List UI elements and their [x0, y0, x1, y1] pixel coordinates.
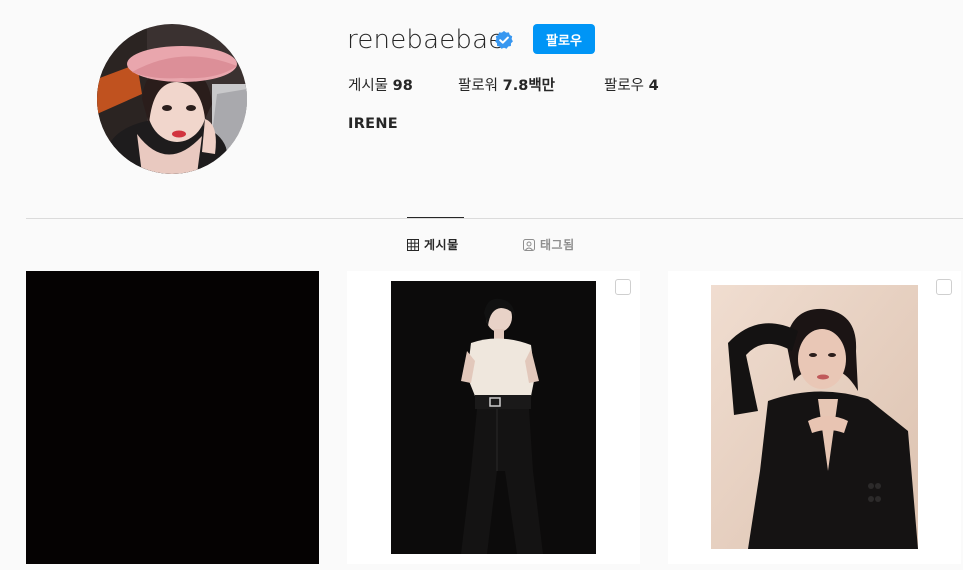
- grid-icon: [407, 238, 419, 251]
- multi-post-icon: [615, 279, 631, 295]
- stat-value: 4: [648, 78, 659, 94]
- profile-username: renebaebae: [347, 25, 505, 55]
- post-image: [711, 285, 918, 549]
- post-thumbnail[interactable]: [668, 271, 961, 564]
- tab-tagged[interactable]: 태그됨: [523, 236, 575, 253]
- verified-badge-icon: [495, 31, 513, 49]
- stat-value: 7.8백만: [502, 78, 556, 94]
- profile-full-name: IRENE: [348, 116, 399, 132]
- tab-label: 태그됨: [540, 238, 575, 252]
- posts-count: 게시물 98: [348, 74, 413, 95]
- follow-button[interactable]: 팔로우: [533, 24, 595, 54]
- stat-value: 98: [392, 78, 413, 94]
- stat-label: 팔로워: [458, 78, 499, 94]
- following-count[interactable]: 팔로우 4: [604, 74, 659, 95]
- post-thumbnail[interactable]: [347, 271, 640, 564]
- avatar-image: [97, 24, 247, 174]
- stat-label: 게시물: [348, 78, 389, 94]
- post-thumbnail[interactable]: [26, 271, 319, 564]
- tab-posts[interactable]: 게시물: [407, 236, 459, 253]
- tag-icon: [523, 238, 535, 251]
- tab-label: 게시물: [424, 238, 459, 252]
- profile-avatar[interactable]: [97, 24, 247, 174]
- active-tab-indicator: [407, 217, 464, 218]
- followers-count[interactable]: 팔로워 7.8백만: [458, 74, 555, 95]
- multi-post-icon: [936, 279, 952, 295]
- stat-label: 팔로우: [604, 78, 645, 94]
- post-image: [391, 281, 596, 554]
- post-image: [26, 271, 319, 564]
- section-divider: [26, 218, 963, 219]
